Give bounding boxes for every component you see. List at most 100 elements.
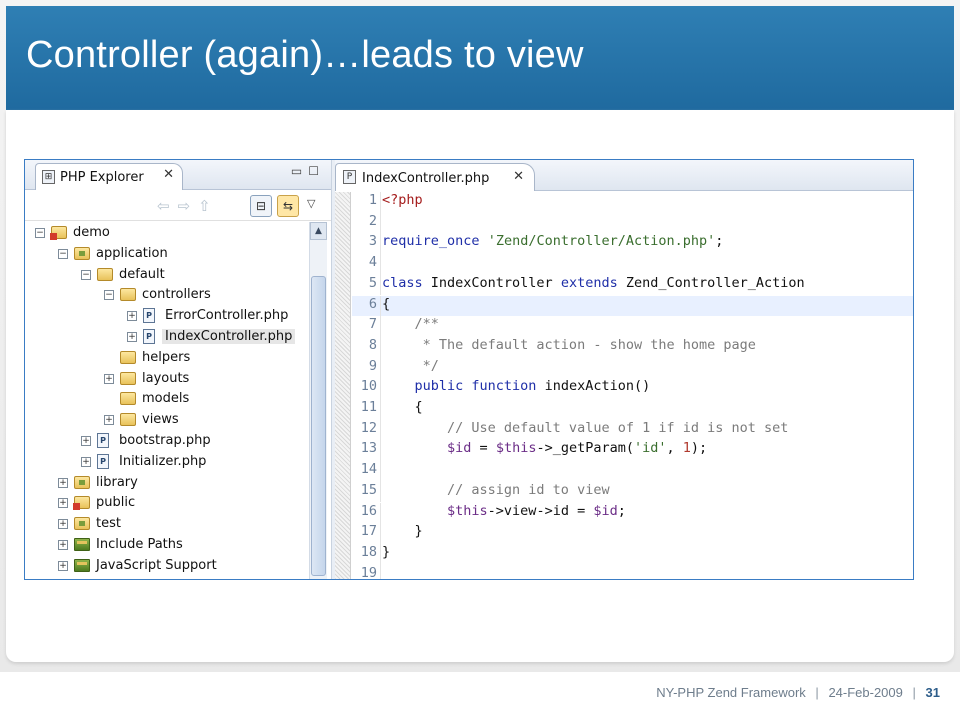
back-arrow-icon[interactable]: ⇦ — [157, 197, 178, 215]
gutter-divider — [380, 254, 381, 275]
code-line[interactable]: 18} — [352, 543, 913, 565]
tree-item[interactable]: + Include Paths — [25, 536, 309, 556]
code-area[interactable]: 1 <?php 2 3 require_once 'Zend/Controller/Ac… — [352, 192, 913, 579]
expand-icon[interactable]: + — [58, 560, 68, 571]
gutter-divider — [380, 564, 381, 579]
package-folder-icon — [74, 246, 90, 260]
scroll-thumb[interactable] — [311, 276, 326, 576]
slide-footer: NY-PHP Zend Framework | 24-Feb-2009 | 31 — [656, 685, 940, 700]
code-line[interactable]: 10 public function indexAction() — [352, 378, 913, 399]
gutter-divider — [380, 192, 381, 213]
code-line[interactable]: 12 // Use default value of 1 if id is no… — [352, 419, 913, 441]
tree-item[interactable]: + test — [25, 515, 309, 535]
collapse-icon[interactable]: − — [35, 228, 45, 238]
code-line[interactable]: 2 — [352, 212, 913, 234]
collapse-icon[interactable]: − — [58, 248, 68, 259]
code-line[interactable]: 8 * The default action - show the home p… — [352, 336, 913, 358]
expand-icon[interactable]: + — [58, 519, 68, 530]
tab-indexcontroller-label: IndexController.php — [362, 171, 490, 186]
tab-php-explorer-label: PHP Explorer — [60, 170, 144, 185]
tree-item[interactable]: − demo — [25, 224, 309, 244]
tree-item[interactable]: models — [25, 390, 309, 410]
close-icon[interactable]: ✕ — [163, 167, 174, 182]
code-line[interactable]: 4 — [352, 254, 913, 275]
expand-icon[interactable]: + — [58, 498, 68, 509]
collapse-all-button[interactable]: ⊟ — [250, 195, 272, 217]
folder-icon — [120, 350, 136, 364]
view-menu-chevron-down-icon[interactable]: ▽ — [307, 197, 315, 210]
up-icon[interactable]: ⇧ — [198, 197, 219, 215]
expand-icon[interactable]: + — [127, 311, 137, 322]
code-line[interactable]: 3 require_once 'Zend/Controller/Action.ph… — [352, 233, 913, 255]
gutter-divider — [380, 419, 381, 441]
code-token: $id — [593, 502, 618, 519]
tree-item[interactable]: + P Initializer.php — [25, 453, 309, 473]
code-line[interactable]: 9 */ — [352, 357, 913, 379]
tree-item[interactable]: + P ErrorController.php — [25, 307, 309, 327]
tree-item[interactable]: + layouts — [25, 370, 309, 390]
expand-icon[interactable]: + — [58, 540, 68, 550]
code-line[interactable]: 14 — [352, 461, 913, 482]
code-token: ); — [690, 440, 708, 457]
code-token: * The default action - show the home pag… — [382, 336, 756, 353]
tab-indexcontroller-php[interactable]: P IndexController.php ✕ — [335, 163, 535, 191]
tree-item[interactable]: + P IndexController.php — [25, 328, 309, 348]
php-file-icon: P — [143, 308, 155, 324]
code-line[interactable]: 6{ — [352, 295, 913, 317]
code-text: // assign id to view — [382, 482, 610, 498]
tree-item-label: IndexController.php — [162, 329, 296, 344]
code-text: $id = $this->_getParam('id', 1); — [382, 440, 707, 456]
tree-item[interactable]: + JavaScript Support — [25, 557, 309, 577]
expand-icon[interactable]: + — [81, 436, 91, 446]
collapse-icon[interactable]: − — [81, 269, 91, 280]
tree-item[interactable]: helpers — [25, 349, 309, 369]
tab-php-explorer[interactable]: ⊞ PHP Explorer ✕ — [35, 163, 183, 190]
scroll-up-arrow-icon[interactable]: ▲ — [310, 222, 327, 240]
tree-item[interactable]: − default — [25, 266, 309, 286]
minimize-icon[interactable]: ▭ — [291, 164, 308, 178]
line-number: 16 — [360, 502, 377, 519]
code-editor-pane: P IndexController.php ✕ 1 <?php 2 3 require_… — [335, 160, 913, 579]
expand-icon[interactable]: + — [104, 415, 114, 426]
code-line[interactable]: 16 $this->view->id = $id; — [352, 502, 913, 524]
code-line[interactable]: 1 <?php — [352, 192, 913, 213]
php-file-icon: P — [97, 433, 109, 448]
slide-number: 31 — [925, 685, 940, 700]
gutter-divider — [380, 274, 381, 296]
expand-icon[interactable]: + — [127, 332, 137, 342]
package-folder-icon — [74, 517, 90, 531]
tree-item-label: JavaScript Support — [96, 557, 217, 573]
tree-item-label: library — [96, 474, 138, 490]
code-line[interactable]: 7 /** — [352, 316, 913, 337]
code-line[interactable]: 19 — [352, 564, 913, 579]
explorer-scrollbar[interactable]: ▲ — [309, 222, 327, 579]
tree-item[interactable]: + views — [25, 411, 309, 431]
maximize-icon[interactable]: ☐ — [308, 164, 325, 178]
gutter-divider — [380, 440, 381, 462]
collapse-icon[interactable]: − — [104, 290, 114, 301]
link-with-editor-button[interactable]: ⇆ — [277, 195, 299, 217]
code-line[interactable]: 17 } — [352, 523, 913, 544]
code-line[interactable]: 13 $id = $this->_getParam('id', 1); — [352, 440, 913, 462]
line-number: 9 — [368, 357, 377, 374]
line-number: 1 — [368, 192, 377, 208]
code-token: 1 — [682, 440, 691, 457]
tree-item[interactable]: + Pbootstrap.php — [25, 432, 309, 452]
code-line[interactable]: 11 { — [352, 399, 913, 420]
line-number: 11 — [360, 399, 377, 415]
code-line[interactable]: 15 // assign id to view — [352, 481, 913, 503]
expand-icon[interactable]: + — [104, 373, 114, 384]
close-icon[interactable]: ✕ — [513, 169, 524, 184]
expand-icon[interactable]: + — [58, 477, 68, 488]
code-token: 'Zend/Controller/Action.php' — [487, 233, 716, 250]
tree-item[interactable]: − controllers — [25, 286, 309, 306]
code-line[interactable]: 5 class IndexController extends Zend_Cont… — [352, 274, 913, 296]
tree-item-label: test — [96, 516, 121, 532]
tree-item[interactable]: − application — [25, 245, 309, 265]
forward-arrow-icon[interactable]: ⇨ — [178, 197, 199, 215]
tree-item[interactable]: + library — [25, 474, 309, 494]
expand-icon[interactable]: + — [81, 456, 91, 467]
tree-item[interactable]: + public — [25, 494, 309, 514]
gutter-divider — [380, 378, 381, 399]
